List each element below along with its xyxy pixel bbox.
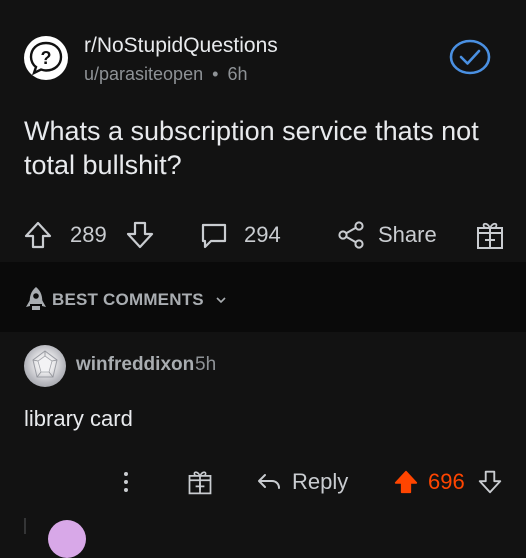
comment-age: 5h — [195, 354, 217, 375]
reply-label: Reply — [292, 469, 349, 494]
verify-button[interactable] — [449, 39, 491, 75]
chevron-down-icon — [216, 297, 226, 304]
comment-award-button[interactable] — [186, 462, 214, 502]
gift-icon — [188, 471, 212, 495]
arrow-down-icon — [478, 470, 502, 494]
more-options-button[interactable] — [118, 462, 134, 502]
share-button[interactable]: Share — [336, 214, 437, 256]
reply-icon — [258, 474, 280, 489]
avatar[interactable] — [24, 345, 66, 387]
gift-icon — [477, 222, 503, 249]
speech-bubble-icon — [201, 223, 227, 249]
reply-button[interactable]: Reply — [256, 462, 348, 502]
subreddit-avatar[interactable]: ? — [24, 36, 68, 80]
award-button[interactable] — [474, 214, 506, 256]
post-meta: u/parasiteopen • 6h — [84, 64, 247, 85]
post-age: 6h — [227, 64, 248, 84]
comment-username[interactable]: winfreddixon — [76, 354, 194, 376]
arrow-up-icon — [24, 221, 52, 249]
diamond-avatar-image — [32, 350, 58, 378]
question-mark-icon: ? — [29, 41, 63, 76]
comment-count: 294 — [244, 222, 281, 247]
upvote-button[interactable] — [24, 214, 52, 256]
sort-label: BEST COMMENTS — [52, 290, 204, 309]
checkmark-circle-icon — [449, 39, 491, 75]
more-vertical-icon — [124, 472, 128, 492]
arrow-up-icon — [394, 470, 418, 494]
sort-selector[interactable]: BEST COMMENTS — [52, 290, 227, 310]
post-author[interactable]: u/parasiteopen — [84, 64, 203, 84]
rocket-icon — [24, 285, 48, 318]
share-icon — [338, 221, 364, 249]
comments-button[interactable]: 294 — [198, 214, 281, 256]
comment-score: 696 — [428, 462, 465, 502]
post-actions-bar: 289 294 Share — [0, 214, 526, 256]
downvote-button[interactable] — [126, 214, 154, 256]
thread-line[interactable] — [24, 518, 26, 534]
comment-downvote-button[interactable] — [478, 462, 502, 502]
comment-body: library card — [24, 406, 133, 431]
comment-score-value: 696 — [428, 469, 465, 494]
comment-upvote-button[interactable] — [394, 462, 418, 502]
subreddit-name[interactable]: r/NoStupidQuestions — [84, 34, 278, 58]
upvote-count: 289 — [70, 222, 107, 247]
post-score: 289 — [70, 214, 107, 256]
meta-separator: • — [212, 64, 219, 84]
comment-actions-bar: Reply 696 — [0, 462, 526, 502]
arrow-down-icon — [126, 221, 154, 249]
svg-text:?: ? — [41, 48, 52, 68]
post-title[interactable]: Whats a subscription service thats not t… — [24, 114, 504, 182]
child-comment-avatar[interactable] — [48, 520, 86, 558]
share-label: Share — [378, 222, 437, 247]
